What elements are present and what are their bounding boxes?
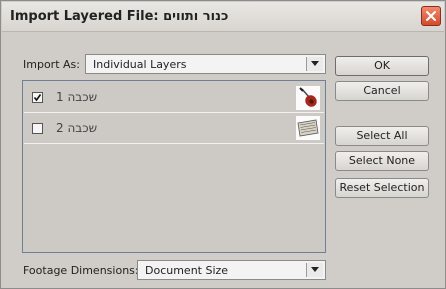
ok-button[interactable]: OK (335, 56, 429, 76)
chevron-down-icon (311, 61, 319, 66)
layer-name: שכבה 2 (56, 121, 98, 135)
dialog-title: Import Layered File: כנור ותווים (10, 9, 229, 24)
checkmark-icon (33, 94, 42, 102)
footage-dimensions-value: Document Size (145, 264, 229, 277)
select-all-button[interactable]: Select All (335, 126, 429, 146)
layer-row[interactable]: שכבה 1 (24, 82, 324, 113)
footage-dimensions-dropdown[interactable]: Document Size (137, 260, 326, 280)
import-as-value: Individual Layers (93, 58, 187, 71)
violin-thumbnail (296, 86, 320, 110)
layer-checkbox[interactable] (32, 92, 43, 103)
title-bar[interactable]: Import Layered File: כנור ותווים (2, 2, 444, 32)
import-as-dropdown[interactable]: Individual Layers (85, 54, 326, 74)
reset-selection-button[interactable]: Reset Selection (335, 178, 429, 198)
close-button[interactable] (421, 6, 441, 26)
import-as-label: Import As: (23, 58, 80, 71)
select-none-button[interactable]: Select None (335, 151, 429, 171)
footage-dimensions-label: Footage Dimensions: (23, 264, 139, 277)
close-icon (426, 11, 436, 21)
layer-list[interactable]: שכבה 1 שכבה 2 (22, 80, 326, 253)
layer-name: שכבה 1 (56, 90, 98, 104)
sheet-music-thumbnail (296, 116, 320, 140)
cancel-button[interactable]: Cancel (335, 81, 429, 101)
chevron-down-icon (311, 267, 319, 272)
layer-checkbox[interactable] (32, 123, 43, 134)
layer-row[interactable]: שכבה 2 (24, 113, 324, 144)
import-layered-file-dialog: Import Layered File: כנור ותווים Import … (0, 0, 446, 289)
